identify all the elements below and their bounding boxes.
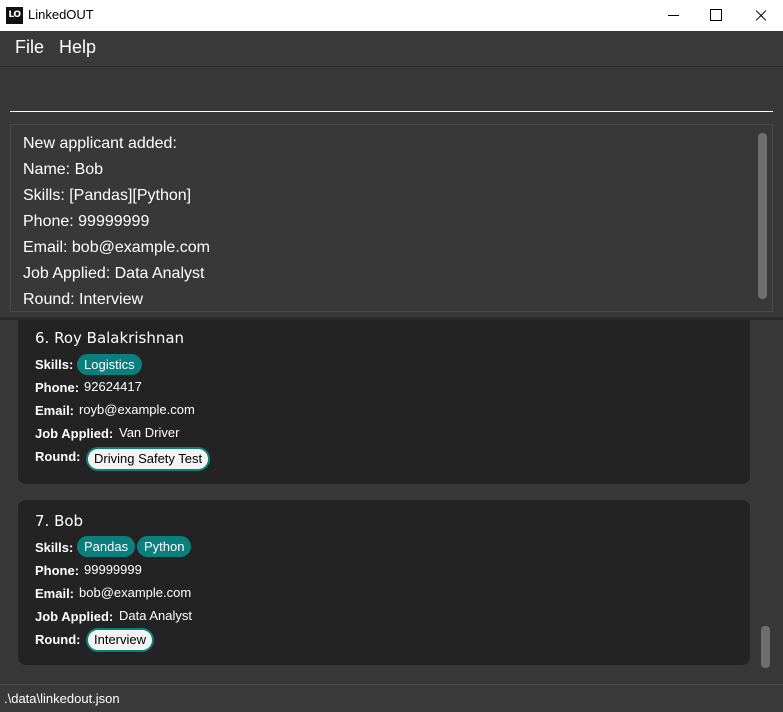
job-label: Job Applied: bbox=[35, 426, 114, 441]
email-label: Email: bbox=[35, 586, 75, 601]
command-box bbox=[0, 68, 783, 120]
job-label: Job Applied: bbox=[35, 609, 114, 624]
applicant-card[interactable]: 7. Bob Skills: Pandas Python Phone: 9999… bbox=[18, 500, 750, 665]
result-display: New applicant added: Name: Bob Skills: [… bbox=[10, 124, 773, 312]
command-input[interactable] bbox=[10, 74, 773, 112]
phone-value: 92624417 bbox=[84, 379, 142, 394]
minimize-icon[interactable] bbox=[650, 0, 696, 31]
phone-label: Phone: bbox=[35, 563, 80, 578]
save-location: .\data\linkedout.json bbox=[4, 691, 120, 706]
result-line: Email: bob@example.com bbox=[23, 239, 210, 256]
skill-tag: Pandas bbox=[77, 536, 136, 557]
title-bar: LO LinkedOUT bbox=[0, 0, 783, 31]
job-value: Data Analyst bbox=[119, 608, 192, 623]
app-logo-icon: LO bbox=[6, 7, 23, 24]
maximize-icon[interactable] bbox=[692, 0, 738, 31]
result-line: Round: Interview bbox=[23, 291, 144, 308]
close-icon[interactable] bbox=[738, 0, 783, 31]
skill-tag: Logistics bbox=[77, 354, 142, 375]
result-line: Skills: [Pandas][Python] bbox=[23, 187, 192, 204]
email-value: bob@example.com bbox=[79, 585, 192, 600]
result-scrollbar[interactable] bbox=[758, 133, 767, 299]
applicant-list: 6. Roy Balakrishnan Skills: Logistics Ph… bbox=[0, 320, 783, 684]
menu-help[interactable]: Help bbox=[59, 37, 96, 58]
applicant-card[interactable]: 6. Roy Balakrishnan Skills: Logistics Ph… bbox=[18, 320, 750, 484]
result-line: Phone: 99999999 bbox=[23, 213, 150, 230]
round-tag: Driving Safety Test bbox=[86, 447, 211, 471]
round-tag: Interview bbox=[86, 628, 155, 652]
result-line: Name: Bob bbox=[23, 161, 104, 178]
skills-label: Skills: bbox=[35, 357, 74, 372]
email-label: Email: bbox=[35, 403, 75, 418]
applicant-name: 6. Roy Balakrishnan bbox=[35, 329, 185, 347]
round-label: Round: bbox=[35, 632, 81, 647]
round-label: Round: bbox=[35, 449, 81, 464]
status-bar: .\data\linkedout.json bbox=[0, 684, 783, 712]
job-value: Van Driver bbox=[119, 425, 180, 440]
result-line: New applicant added: bbox=[23, 135, 177, 152]
menu-file[interactable]: File bbox=[15, 37, 44, 58]
window-title: LinkedOUT bbox=[28, 7, 94, 22]
menu-bar: File Help bbox=[0, 31, 783, 67]
phone-label: Phone: bbox=[35, 380, 80, 395]
result-line: Job Applied: Data Analyst bbox=[23, 265, 205, 282]
phone-value: 99999999 bbox=[84, 562, 142, 577]
skill-tag: Python bbox=[137, 536, 192, 557]
skills-label: Skills: bbox=[35, 540, 74, 555]
applicant-name: 7. Bob bbox=[35, 512, 84, 530]
email-value: royb@example.com bbox=[79, 402, 195, 417]
list-scrollbar[interactable] bbox=[761, 626, 770, 668]
